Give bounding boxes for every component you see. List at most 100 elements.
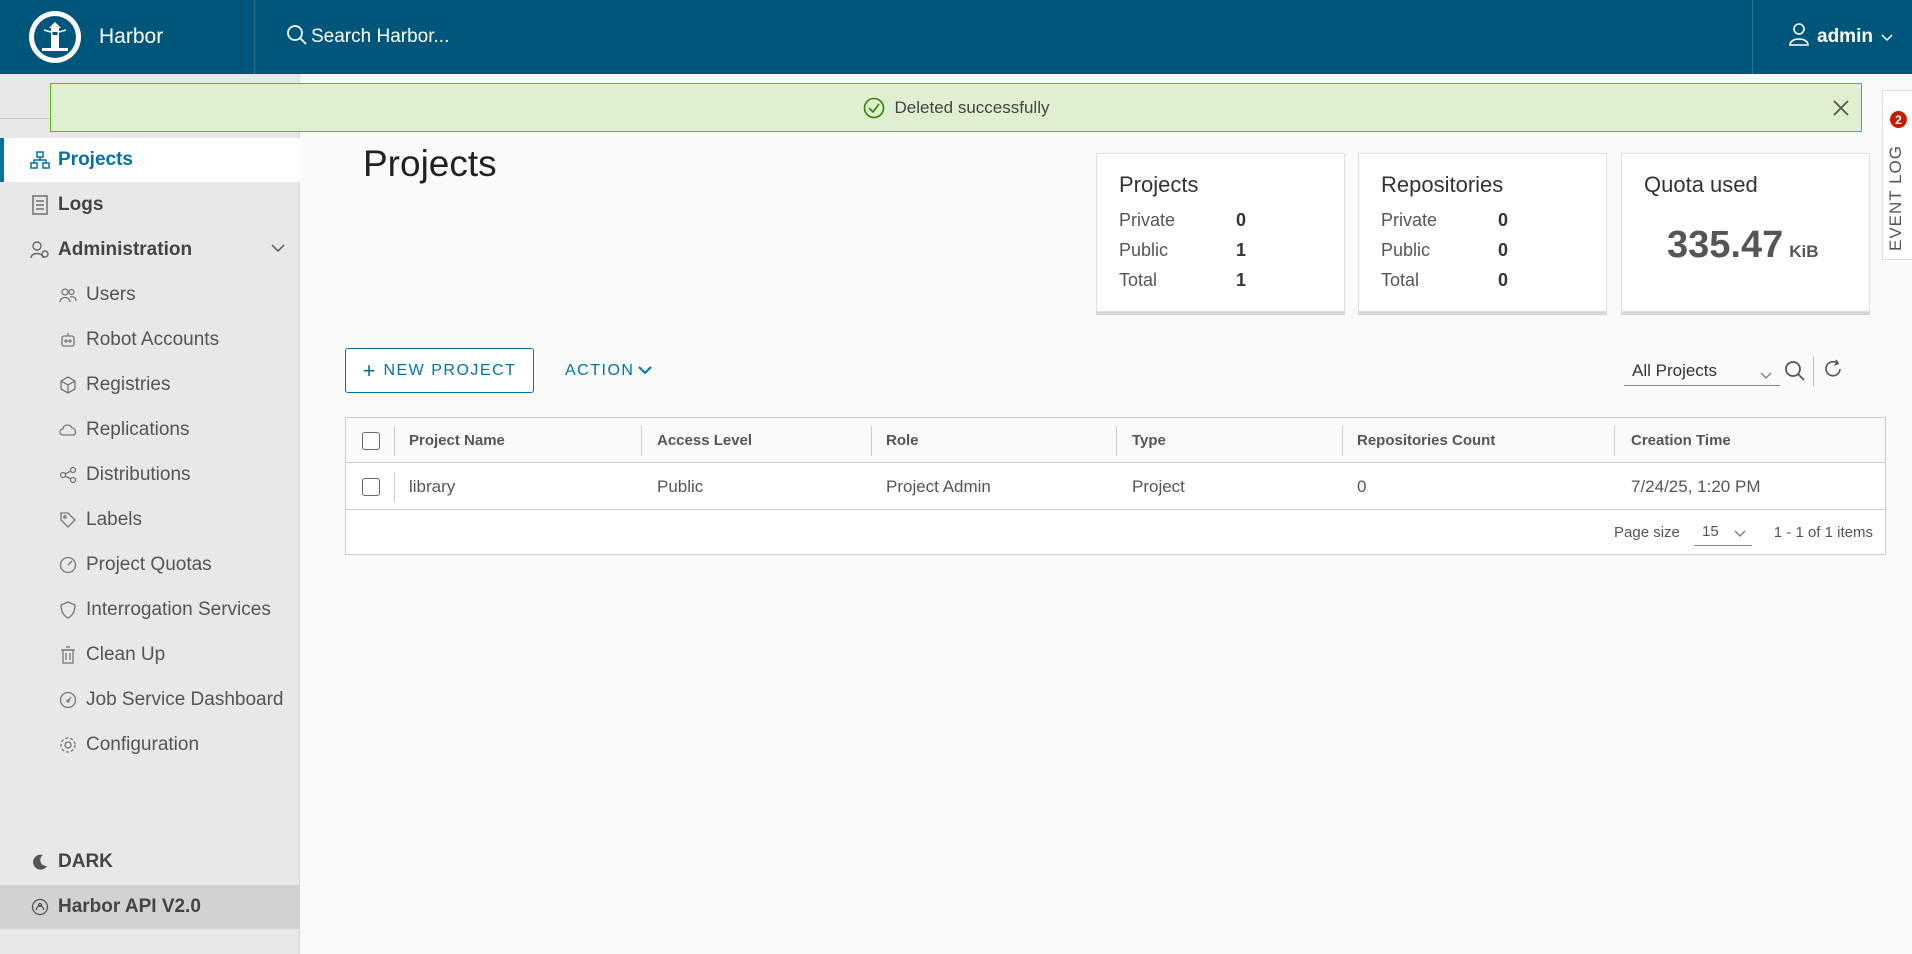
sidebar-item-administration[interactable]: Administration (0, 228, 300, 272)
project-name-link[interactable]: library (409, 464, 455, 509)
trash-icon (58, 645, 78, 665)
sidebar-item-clean-up[interactable]: Clean Up (0, 633, 300, 677)
new-project-label: NEW PROJECT (383, 361, 517, 379)
column-divider[interactable] (1342, 426, 1343, 456)
project-filter-select[interactable]: All Projects (1624, 356, 1780, 386)
sidebar-item-registries[interactable]: Registries (0, 363, 300, 407)
column-project-name[interactable]: Project Name (409, 418, 505, 463)
sidebar-item-labels[interactable]: Labels (0, 498, 300, 542)
filter-value: All Projects (1632, 360, 1718, 380)
refresh-icon[interactable] (1822, 358, 1844, 385)
box-icon (58, 375, 78, 395)
private-row: Private 0 (1119, 210, 1319, 231)
card-title: Projects (1119, 172, 1199, 197)
column-access-level[interactable]: Access Level (657, 418, 752, 463)
page-title: Projects (363, 143, 497, 184)
admin-icon (30, 240, 50, 260)
repositories-summary-card: Repositories Private 0 Public 0 Total 0 (1358, 153, 1607, 312)
harbor-api-link[interactable]: Harbor API V2.0 (0, 885, 300, 929)
row-select-cell (362, 464, 380, 509)
sidebar-item-job-service-dashboard[interactable]: Job Service Dashboard (0, 678, 300, 722)
sidebar-item-label: Robot Accounts (86, 329, 220, 350)
column-repositories-count[interactable]: Repositories Count (1357, 418, 1495, 463)
sidebar-item-replications[interactable]: Replications (0, 408, 300, 452)
sidebar-item-label: Configuration (86, 734, 200, 755)
column-divider[interactable] (1614, 426, 1615, 456)
harbor-api-label: Harbor API V2.0 (58, 896, 201, 917)
card-title: Quota used (1644, 172, 1758, 197)
global-search[interactable] (285, 23, 1912, 52)
share-icon (58, 465, 78, 485)
type-cell: Project (1132, 476, 1185, 496)
user-icon (1787, 21, 1811, 53)
search-input[interactable] (311, 26, 711, 48)
brand[interactable]: Harbor (0, 0, 255, 74)
projects-table: Project Name Access Level Role Type Repo… (345, 417, 1886, 555)
sidebar-item-label: Administration (58, 239, 193, 260)
sidebar-item-label: Logs (58, 194, 104, 215)
sidebar-item-project-quotas[interactable]: Project Quotas (0, 543, 300, 587)
row-value: 0 (1498, 210, 1509, 230)
user-name: admin (1817, 26, 1873, 47)
column-divider[interactable] (1116, 426, 1117, 456)
column-creation-time[interactable]: Creation Time (1631, 418, 1731, 463)
sidebar-item-logs[interactable]: Logs (0, 183, 300, 227)
sidebar-item-label: Distributions (86, 464, 191, 485)
public-row: Public 1 (1119, 240, 1319, 261)
column-role[interactable]: Role (886, 418, 919, 463)
action-dropdown-button[interactable]: ACTION (565, 348, 653, 393)
action-label: ACTION (565, 361, 635, 379)
sidebar-item-robot-accounts[interactable]: Robot Accounts (0, 318, 300, 362)
gauge-icon (58, 555, 78, 575)
access-level-cell: Public (657, 476, 704, 496)
total-row: Total 1 (1119, 270, 1319, 291)
page-size-select[interactable]: 15 (1694, 518, 1752, 546)
user-menu[interactable]: admin (1752, 0, 1912, 74)
pagination-count: 1 - 1 of 1 items (1773, 524, 1873, 541)
sidebar: Projects Logs Administration Users Robot… (0, 74, 300, 954)
column-divider[interactable] (871, 426, 872, 456)
plus-icon: + (362, 357, 376, 383)
quota-value: 335.47 KiB (1667, 224, 1819, 267)
column-type[interactable]: Type (1132, 418, 1166, 463)
sidebar-item-interrogation-services[interactable]: Interrogation Services (0, 588, 300, 632)
page-size-label: Page size (1614, 524, 1680, 541)
sidebar-item-label: Labels (86, 509, 142, 530)
shield-icon (58, 600, 78, 620)
users-icon (58, 285, 78, 305)
event-log-tab[interactable]: 2 EVENT LOG (1882, 90, 1912, 260)
sidebar-item-distributions[interactable]: Distributions (0, 453, 300, 497)
row-checkbox[interactable] (362, 477, 380, 496)
event-log-label: EVENT LOG (1886, 145, 1905, 251)
moon-icon (30, 852, 50, 872)
new-project-button[interactable]: + NEW PROJECT (345, 348, 534, 393)
chevron-down-icon (1760, 365, 1772, 385)
alert-message: Deleted successfully (894, 97, 1050, 117)
chevron-down-icon (1881, 26, 1893, 48)
card-title: Repositories (1381, 172, 1504, 197)
row-value: 0 (1498, 240, 1509, 260)
sidebar-item-users[interactable]: Users (0, 273, 300, 317)
row-label: Private (1119, 210, 1176, 230)
search-icon (285, 23, 309, 52)
row-value: 0 (1236, 210, 1247, 230)
projects-summary-card: Projects Private 0 Public 1 Total 1 (1096, 153, 1345, 312)
sidebar-item-configuration[interactable]: Configuration (0, 723, 300, 767)
sidebar-item-label: Registries (86, 374, 171, 395)
dark-mode-toggle[interactable]: DARK (0, 840, 300, 884)
close-icon[interactable] (1829, 96, 1853, 120)
select-all-checkbox[interactable] (362, 431, 380, 450)
sidebar-item-projects[interactable]: Projects (0, 138, 300, 182)
success-alert: Deleted successfully (50, 83, 1862, 132)
page-size-value: 15 (1702, 523, 1719, 540)
dashboard-icon (58, 690, 78, 710)
table-header: Project Name Access Level Role Type Repo… (346, 418, 1885, 463)
dark-mode-label: DARK (58, 851, 113, 872)
api-icon (30, 897, 50, 917)
table-row: library Public Project Admin Project 0 7… (346, 464, 1885, 510)
sidebar-item-label: Job Service Dashboard (86, 689, 284, 710)
column-divider[interactable] (641, 426, 642, 456)
column-divider (394, 426, 395, 456)
row-label: Public (1381, 240, 1431, 260)
search-icon[interactable] (1783, 359, 1807, 388)
